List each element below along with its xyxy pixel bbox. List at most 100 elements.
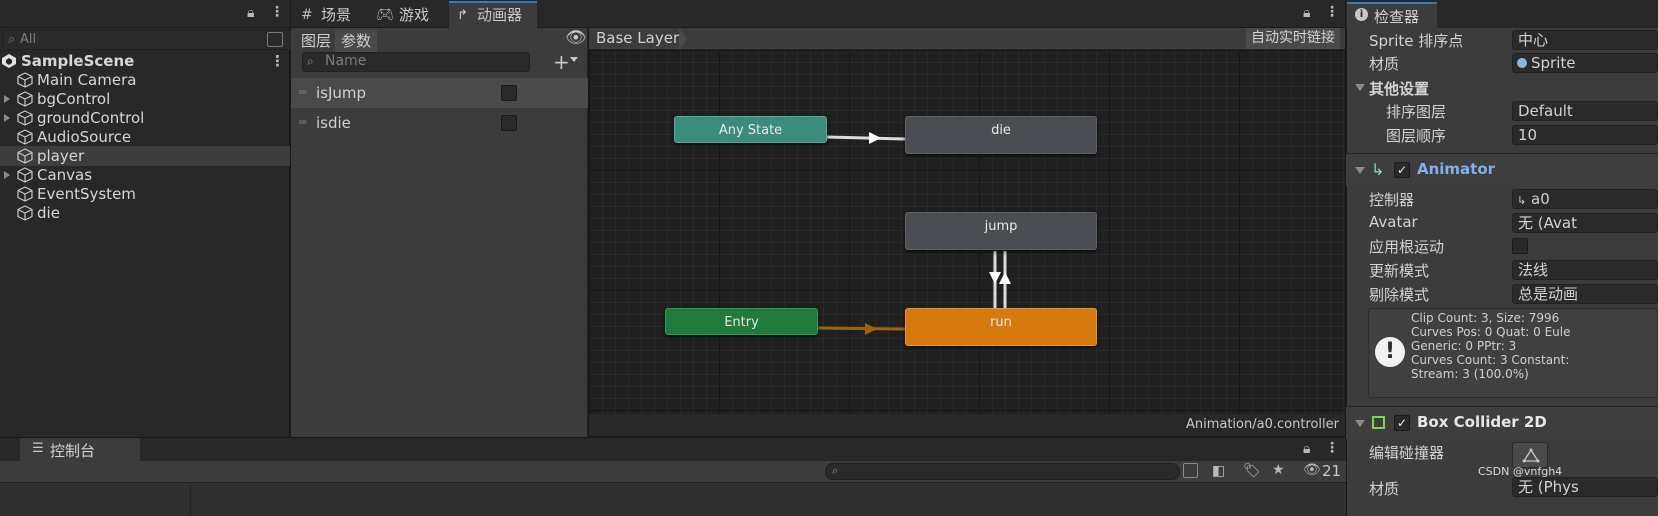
state-jump-node[interactable]: jump [905,212,1097,250]
drag-handle-icon[interactable]: ═ [299,107,306,137]
collapse-arrow-icon[interactable] [1355,167,1365,174]
sorting-layer-dropdown[interactable]: Default [1512,101,1658,121]
more-menu-icon[interactable]: ⋮ [1325,4,1339,20]
animator-graph[interactable]: Any State die jump Entry run [589,50,1345,414]
parameter-name[interactable]: isJump [316,78,366,108]
controller-icon: ↳ [1517,194,1527,207]
hierarchy-item[interactable]: bgControl [0,89,290,109]
add-parameter-button[interactable]: + [553,50,570,74]
auto-live-link-button[interactable]: 自动实时链接 [1246,28,1340,49]
tab-console[interactable]: ☰ 控制台 [20,438,140,462]
tab-scene[interactable]: # 场景 [293,3,371,28]
box-collider-component-header[interactable]: ✓ Box Collider 2D [1346,407,1658,439]
hierarchy-item[interactable]: AudioSource [0,127,290,147]
hierarchy-item[interactable]: groundControl [0,108,290,128]
hidden-count: 21 [1322,462,1342,480]
transition-arrow-icon [999,272,1011,284]
star-icon[interactable]: ★ [1272,462,1285,478]
update-mode-dropdown[interactable]: 法线 [1512,260,1658,280]
parameter-search-input[interactable]: ⌕ Name [302,52,530,72]
order-in-layer-input[interactable]: 10 [1512,125,1658,145]
console-divider [190,483,191,516]
collapse-arrow-icon[interactable] [1355,420,1365,427]
lock-icon[interactable]: 🔒︎ [1303,441,1310,457]
dropdown-arrow-icon[interactable] [570,57,578,62]
culling-mode-dropdown[interactable]: 总是动画 [1512,284,1658,304]
material-value: Sprite [1531,54,1576,72]
lock-icon[interactable]: 🔒︎ [1303,5,1310,21]
breadcrumb-arrow [679,28,687,50]
tab-inspector[interactable]: i 检查器 [1347,2,1437,28]
controller-field[interactable]: ↳ a0 [1512,189,1658,209]
filter-icon[interactable]: ◧ [1212,463,1225,479]
hierarchy-item-label: player [37,147,85,165]
transition-entry-to-run[interactable] [816,326,906,331]
state-run-default-node[interactable]: run [905,308,1097,346]
parameter-name[interactable]: isdie [316,108,351,138]
parameter-search-placeholder: Name [325,53,367,69]
controller-value: a0 [1531,190,1550,208]
avatar-field[interactable]: 无 (Avat [1512,213,1658,233]
expand-arrow-icon[interactable] [4,171,10,179]
parameter-bool-checkbox[interactable] [501,115,517,131]
material-icon [1517,58,1527,68]
entry-node[interactable]: Entry [665,308,818,335]
parameter-row[interactable]: ═ isJump [291,78,588,108]
parameters-tab[interactable]: 参数 [335,30,378,52]
tab-game[interactable]: 🎮︎ 游戏 [371,3,453,28]
search-options-icon[interactable] [1183,463,1198,478]
lock-icon[interactable]: 🔒︎ [247,5,254,21]
material2-field[interactable]: 无 (Phys [1512,477,1658,497]
search-icon: ⌕ [8,32,16,47]
box-collider-enabled-checkbox[interactable]: ✓ [1394,415,1410,431]
transition-arrow-icon [865,323,877,335]
more-menu-icon[interactable]: ⋮ [270,4,284,20]
animator-enabled-checkbox[interactable]: ✓ [1394,162,1410,178]
controller-path: Animation/a0.controller [1185,417,1339,432]
state-jump-label: jump [984,219,1018,234]
state-run-label: run [990,315,1012,330]
animator-component-header[interactable]: ↳ ✓ Animator [1346,154,1658,186]
console-body [0,483,1346,516]
expand-arrow-icon[interactable] [4,114,10,122]
material-field[interactable]: Sprite [1512,53,1658,73]
sprite-sort-point-value: 中心 [1518,31,1549,49]
inspector-tab-label: 检查器 [1374,8,1420,26]
drag-handle-icon[interactable]: ═ [299,77,306,107]
hierarchy-item-label: Canvas [37,166,93,184]
sprite-sort-point-dropdown[interactable]: 中心 [1512,30,1658,50]
search-options-icon[interactable] [267,32,283,47]
tab-animator[interactable]: ↱ 动画器 [449,1,537,28]
graph-breadcrumb-bar: Base Layer 自动实时链接 [589,28,1345,50]
culling-mode-label: 剔除模式 [1369,286,1430,304]
hidden-eye-icon[interactable]: 👁︎ [1303,462,1321,478]
apply-root-motion-checkbox[interactable] [1512,238,1528,254]
info-line: Stream: 3 (100.0%) [1411,367,1529,381]
collapse-arrow-icon[interactable] [1355,84,1365,91]
eye-icon[interactable]: 👁︎ [565,28,587,48]
scene-name: SampleScene [21,52,135,70]
any-state-node[interactable]: Any State [674,116,827,143]
expand-arrow-icon[interactable] [4,95,10,103]
scene-menu-icon[interactable]: ⋮ [270,51,285,71]
tag-icon[interactable]: 🏷︎ [1243,463,1261,479]
hierarchy-item-selected[interactable]: player [0,146,290,166]
layers-tab[interactable]: 图层 [295,30,337,52]
parameter-row[interactable]: ═ isdie [291,108,588,138]
hierarchy-item[interactable]: Canvas [0,165,290,185]
transition-any-to-die[interactable] [826,135,906,141]
scene-row[interactable]: SampleScene ⋮ [0,51,290,71]
update-mode-value: 法线 [1518,261,1549,279]
hierarchy-item[interactable]: die [0,203,290,223]
hierarchy-tab-bar: 🔒︎ ⋮ [0,0,290,28]
more-menu-icon[interactable]: ⋮ [1325,440,1339,456]
animator-component-icon: ↳ [1371,160,1385,179]
state-die-node[interactable]: die [905,116,1097,154]
breadcrumb-base-layer[interactable]: Base Layer [596,29,679,47]
parameter-bool-checkbox[interactable] [501,85,517,101]
console-search-input[interactable]: ⌕ [825,463,1198,480]
other-settings-header[interactable]: 其他设置 [1369,78,1429,99]
hierarchy-item[interactable]: Main Camera [0,70,290,90]
hierarchy-item[interactable]: EventSystem [0,184,290,204]
hierarchy-search-input[interactable]: ⌕ All [3,30,299,50]
